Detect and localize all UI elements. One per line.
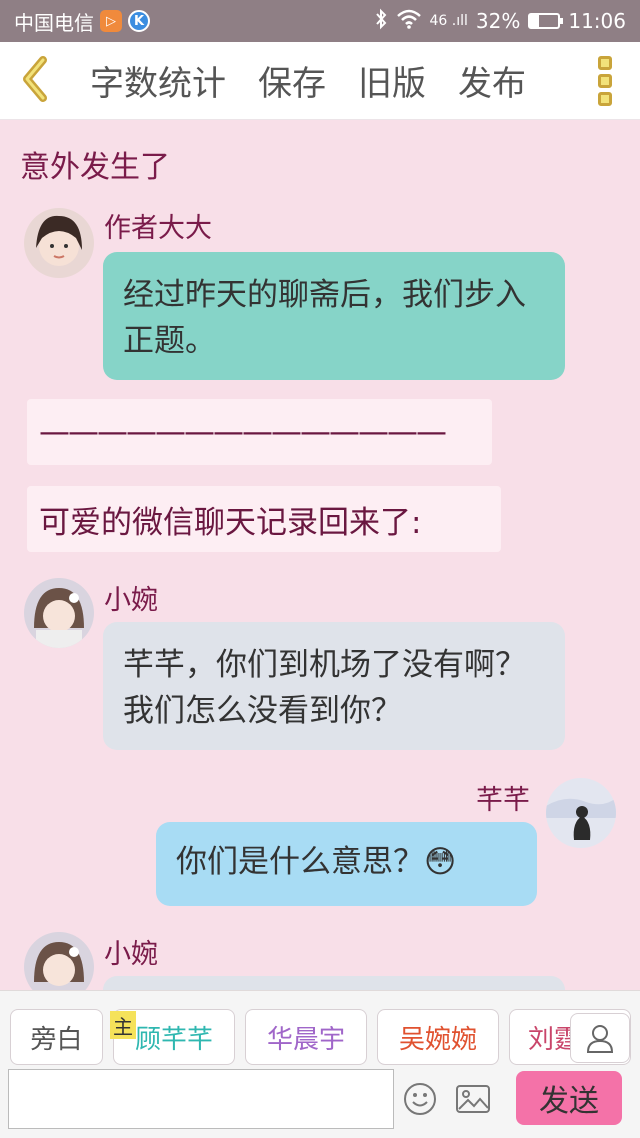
battery-icon [528,13,564,29]
character-name: 华晨宇 [266,1024,345,1055]
narration-text[interactable]: 可爱的微信聊天记录回来了: [27,486,501,552]
battery-percent: 32% [475,9,521,33]
xiaowan-avatar[interactable] [24,932,94,990]
carrier-name: 中国电信 [14,10,94,35]
message-bubble[interactable] [103,976,565,990]
back-button[interactable] [0,42,70,120]
menu-icon[interactable] [598,56,618,106]
battery-fill [530,15,540,27]
editor-toolbar: 字数统计 保存 旧版 发布 [0,42,640,120]
speaker-name: 芊芊 [476,785,530,816]
character-name: 旁白 [30,1024,83,1055]
speaker-name: 小婉 [104,585,158,616]
message-bubble[interactable]: 你们是什么意思？😳 [156,822,537,906]
status-right: 46 .ıll 32% 11:06 [374,8,626,35]
status-bar: 中国电信 ▷ K 46 .ıll 32% 11:06 [0,0,640,42]
carrier-group: 中国电信 ▷ K [14,7,150,36]
character-button[interactable]: 吴婉婉 [377,1009,499,1065]
user-icon[interactable] [570,1013,630,1063]
xiaowan-avatar[interactable] [24,578,94,648]
character-name: 吴婉婉 [398,1024,477,1055]
qianqian-avatar[interactable] [546,778,616,848]
chapter-title: 意外发生了 [20,150,170,185]
send-button[interactable]: 发送 [516,1071,622,1125]
video-app-icon: ▷ [100,10,122,32]
author-avatar[interactable] [24,208,94,278]
menu-dot [598,56,612,70]
narration-divider[interactable]: —————————————— [27,399,492,465]
message-bubble[interactable]: 经过昨天的聊斋后，我们步入正题。 [103,252,565,380]
speaker-name: 小婉 [104,939,158,970]
message-input[interactable] [8,1069,394,1129]
character-button[interactable]: 华晨宇 [245,1009,367,1065]
speaker-name: 作者大大 [104,213,212,244]
input-row: 发送 [0,1067,640,1138]
bluetooth-icon [374,8,388,35]
word-count-button[interactable]: 字数统计 [90,56,226,105]
character-name: 顾芊芊 [134,1024,213,1055]
wifi-icon [396,9,422,34]
signal-icon: 46 .ıll [429,13,468,29]
character-selector[interactable]: 旁白 顾芊芊 主 华晨宇 吴婉婉 刘霆 [0,991,640,1067]
character-button[interactable]: 旁白 [10,1009,103,1065]
chat-content[interactable]: 意外发生了 作者大大 经过昨天的聊斋后，我们步入正题。 ————————————… [0,120,640,990]
message-bubble[interactable]: 芊芊，你们到机场了没有啊？我们怎么没看到你？ [103,622,565,750]
main-character-badge: 主 [110,1011,136,1039]
menu-dot [598,74,612,88]
old-version-button[interactable]: 旧版 [358,56,426,105]
save-button[interactable]: 保存 [258,56,326,105]
back-arrow-icon [19,55,51,106]
menu-dot [598,92,612,106]
composer-area: 旁白 顾芊芊 主 华晨宇 吴婉婉 刘霆 发送 [0,990,640,1138]
clock: 11:06 [568,9,626,33]
emoji-icon[interactable] [400,1079,440,1119]
k-app-icon: K [128,10,150,32]
publish-button[interactable]: 发布 [458,56,526,105]
image-icon[interactable] [453,1079,493,1119]
